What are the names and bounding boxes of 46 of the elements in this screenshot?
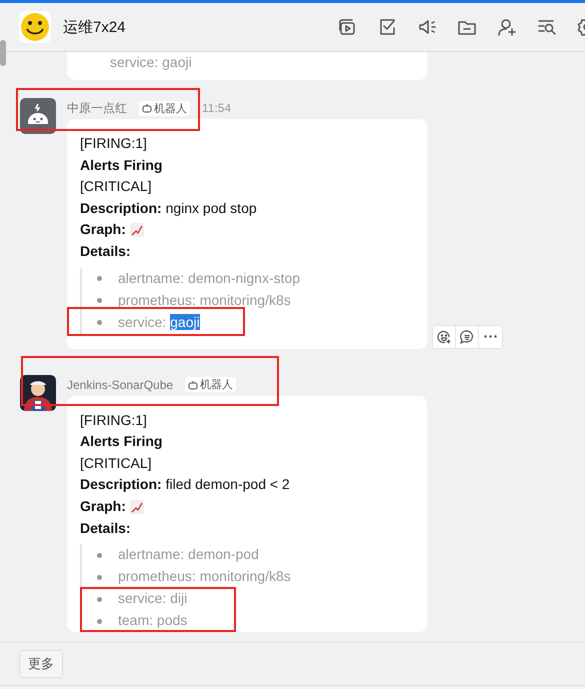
scrollbar-thumb[interactable] bbox=[0, 40, 6, 66]
graph-label: Graph: bbox=[80, 496, 126, 516]
message-heading: Alerts Firing bbox=[80, 432, 164, 452]
chat-title: 运维7x24 bbox=[63, 18, 127, 36]
detail-item: service: diji bbox=[118, 589, 188, 608]
bullet-icon bbox=[97, 552, 102, 558]
bullet-icon bbox=[97, 618, 102, 624]
figure-avatar[interactable] bbox=[20, 374, 56, 411]
detail-item: prometheus: monitoring/k8s bbox=[118, 567, 291, 586]
message-line: [FIRING:1] bbox=[80, 134, 148, 153]
detail-item: alertname: demon-pod bbox=[118, 545, 259, 564]
graph-label: Graph: bbox=[80, 220, 126, 240]
bot-badge: 机器人 bbox=[139, 100, 190, 116]
robot-avatar[interactable] bbox=[20, 98, 56, 134]
chat-bubble-icon bbox=[459, 328, 475, 345]
sender-name[interactable]: Jenkins-SonarQube bbox=[67, 378, 174, 392]
message-heading: Details: bbox=[80, 242, 132, 261]
add-user-icon[interactable] bbox=[497, 17, 517, 37]
message-line: Description: filed demon-pod < 2 bbox=[80, 475, 291, 494]
sender-name[interactable]: 中原一点红 bbox=[67, 100, 127, 116]
message-line: Description: nginx pod stop bbox=[80, 198, 258, 218]
message-heading: Alerts Firing bbox=[80, 156, 164, 175]
more-icon bbox=[484, 335, 497, 338]
message-line: [CRITICAL] bbox=[80, 454, 153, 473]
detail-item: team: pods bbox=[118, 611, 188, 630]
add-reaction-button[interactable] bbox=[433, 326, 456, 348]
bullet-icon bbox=[97, 320, 102, 326]
detail-item: prometheus: monitoring/k8s bbox=[118, 290, 291, 310]
message-time: 11:54 bbox=[202, 101, 232, 115]
emoji-add-icon bbox=[436, 328, 452, 345]
video-icon[interactable] bbox=[337, 17, 357, 37]
chart-icon bbox=[130, 500, 144, 514]
bullet-icon bbox=[97, 298, 102, 304]
chart-icon bbox=[130, 223, 144, 238]
bot-badge: 机器人 bbox=[185, 377, 236, 392]
bullet-icon bbox=[97, 574, 102, 580]
detail-item: service: gaoji bbox=[118, 312, 200, 332]
message-heading: Details: bbox=[80, 518, 132, 538]
more-button[interactable]: 更多 bbox=[19, 650, 63, 678]
detail-item: service: gaoji bbox=[109, 54, 193, 70]
smiley-avatar[interactable] bbox=[19, 11, 51, 43]
detail-item: alertname: demon-nignx-stop bbox=[118, 268, 300, 288]
bullet-icon bbox=[97, 596, 102, 602]
message-line: [CRITICAL] bbox=[80, 177, 153, 196]
message-line: [FIRING:1] bbox=[80, 410, 148, 430]
bullet-icon bbox=[97, 276, 102, 282]
